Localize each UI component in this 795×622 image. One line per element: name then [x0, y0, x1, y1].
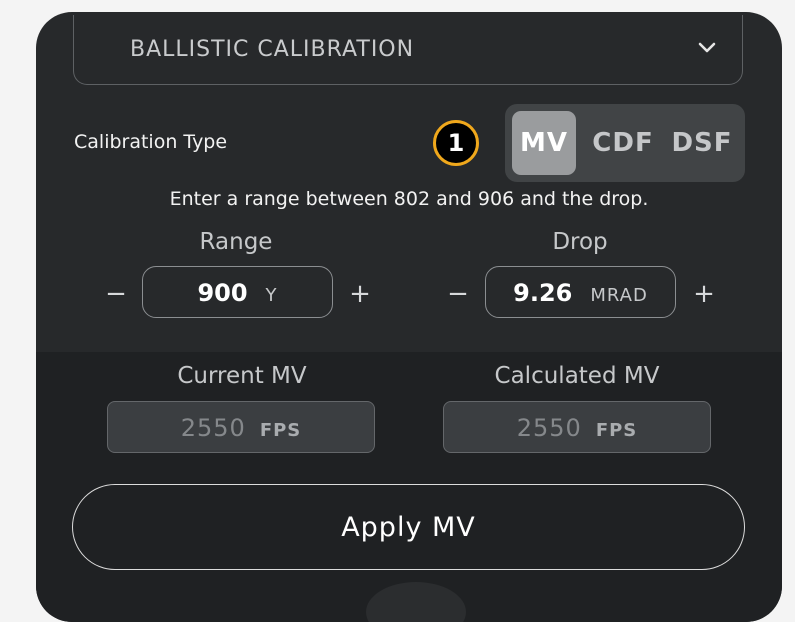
range-input[interactable]: 900 Y — [142, 266, 333, 318]
step-badge: 1 — [433, 120, 479, 166]
range-hint: Enter a range between 802 and 906 and th… — [169, 188, 649, 210]
range-value: 900 — [197, 279, 248, 307]
calibration-dropdown[interactable]: BALLISTIC CALIBRATION — [73, 15, 743, 85]
tab-cdf[interactable]: CDF — [586, 111, 660, 175]
chevron-down-icon — [698, 42, 716, 53]
current-mv-unit: FPS — [259, 420, 302, 441]
calibration-panel: BALLISTIC CALIBRATION Calibration Type 1… — [36, 12, 782, 622]
calculated-mv-title: Calculated MV — [494, 363, 660, 389]
dropdown-label: BALLISTIC CALIBRATION — [130, 37, 415, 62]
drop-title: Drop — [552, 229, 608, 255]
tab-dsf[interactable]: DSF — [665, 111, 739, 175]
calibration-type-label: Calibration Type — [74, 131, 228, 153]
drop-minus-button[interactable]: − — [446, 279, 470, 309]
calibration-type-selector: MV CDF DSF — [505, 104, 745, 182]
range-plus-button[interactable]: + — [348, 279, 372, 309]
drop-value: 9.26 — [513, 279, 573, 307]
range-title: Range — [199, 229, 273, 255]
drop-input[interactable]: 9.26 MRAD — [485, 266, 676, 318]
current-mv-value: 2550 — [180, 414, 246, 442]
calculated-mv-unit: FPS — [595, 420, 638, 441]
current-mv-field: 2550 FPS — [107, 401, 375, 453]
apply-mv-button[interactable]: Apply MV — [72, 484, 745, 570]
drop-plus-button[interactable]: + — [692, 279, 716, 309]
range-unit: Y — [265, 285, 278, 306]
tab-mv[interactable]: MV — [512, 111, 576, 175]
drop-unit: MRAD — [590, 285, 648, 306]
current-mv-title: Current MV — [177, 363, 307, 389]
range-minus-button[interactable]: − — [104, 279, 128, 309]
calculated-mv-field: 2550 FPS — [443, 401, 711, 453]
calculated-mv-value: 2550 — [516, 414, 582, 442]
